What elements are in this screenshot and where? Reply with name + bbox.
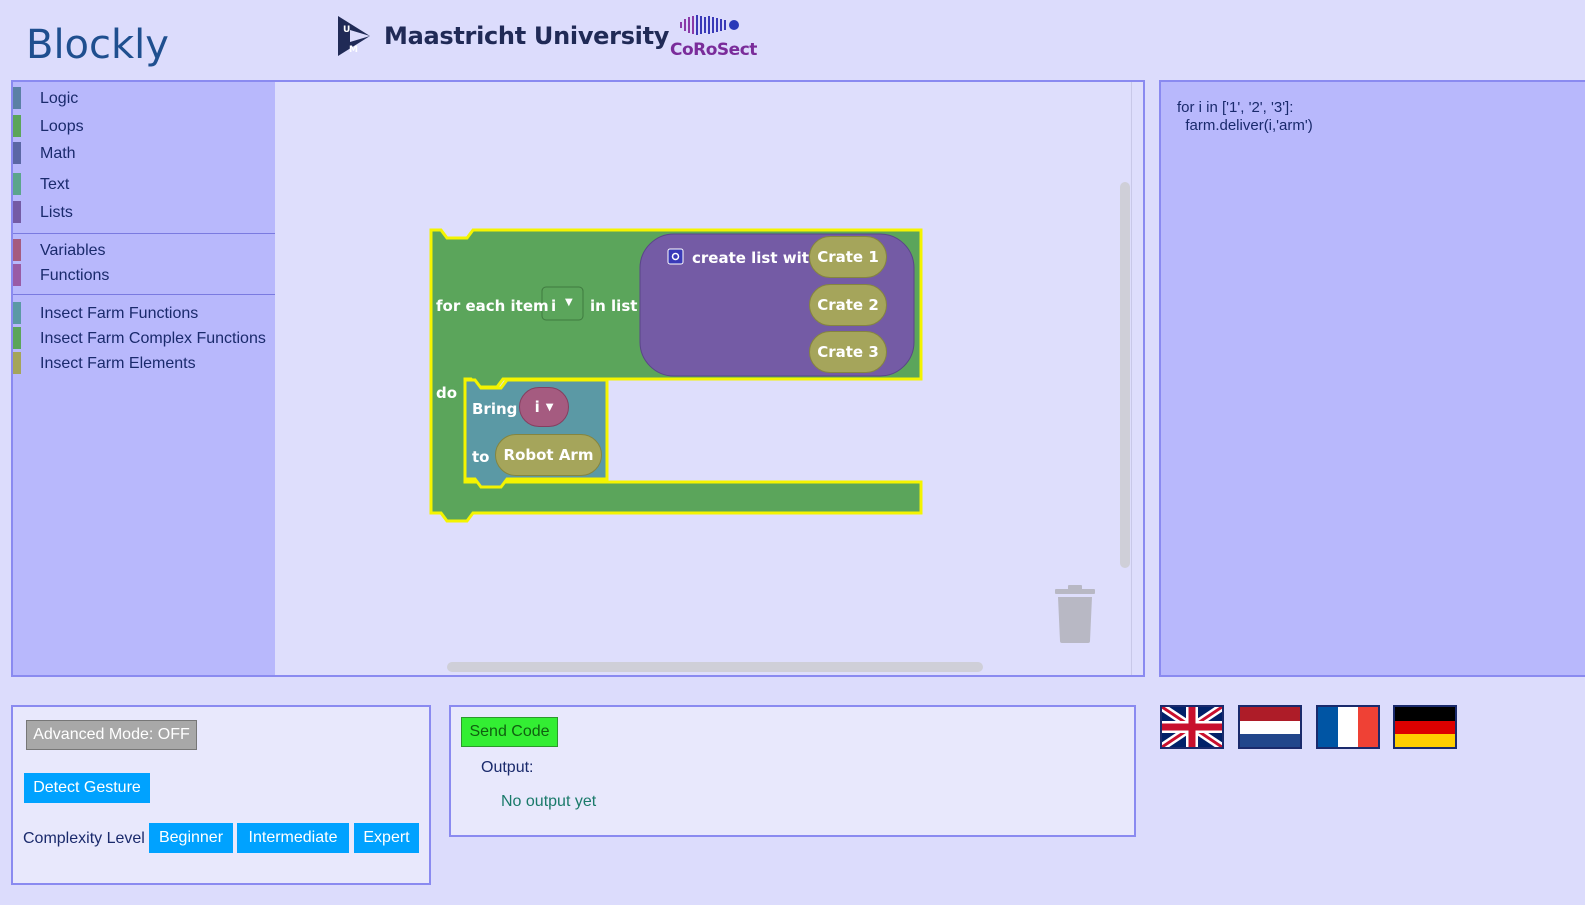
trash-icon[interactable] bbox=[1053, 585, 1097, 645]
mutator-gear-icon[interactable] bbox=[667, 248, 684, 265]
detect-gesture-button[interactable]: Detect Gesture bbox=[24, 773, 150, 803]
output-text: No output yet bbox=[501, 793, 597, 810]
target-robot-arm[interactable]: Robot Arm bbox=[495, 434, 602, 476]
vertical-scrollbar[interactable] bbox=[1120, 182, 1130, 568]
chevron-down-icon[interactable]: ▼ bbox=[565, 297, 573, 308]
create-list-label: create list with bbox=[692, 249, 820, 267]
university-name: Maastricht University bbox=[384, 22, 670, 50]
generated-code-panel: for i in ['1', '2', '3']: farm.deliver(i… bbox=[1159, 80, 1585, 677]
vertical-scroll-track bbox=[1131, 82, 1132, 675]
corosect-logo: CoRoSect bbox=[668, 12, 757, 62]
corosect-wave-icon bbox=[680, 15, 739, 35]
to-label: to bbox=[472, 448, 490, 466]
netherlands-flag-icon bbox=[1240, 707, 1300, 747]
germany-flag-icon bbox=[1395, 707, 1455, 747]
uk-flag-icon bbox=[1162, 707, 1222, 747]
list-item-crate-3[interactable]: Crate 3 bbox=[809, 331, 887, 373]
output-label: Output: bbox=[481, 759, 534, 776]
do-label: do bbox=[436, 384, 458, 402]
um-emblem-icon: U M bbox=[338, 16, 370, 56]
list-item-crate-1[interactable]: Crate 1 bbox=[809, 236, 887, 278]
for-each-label: for each item bbox=[436, 297, 549, 315]
svg-text:U: U bbox=[343, 25, 350, 35]
france-flag-icon bbox=[1318, 707, 1378, 747]
blockly-workspace[interactable]: Logic Loops Math Text Lists Variables Fu… bbox=[11, 80, 1145, 677]
in-list-label: in list bbox=[590, 297, 638, 315]
bring-var-dropdown[interactable]: i ▼ bbox=[519, 387, 569, 427]
bring-var-value: i bbox=[534, 398, 540, 416]
controls-panel: Advanced Mode: OFF Detect Gesture Comple… bbox=[11, 705, 431, 885]
complexity-intermediate-button[interactable]: Intermediate bbox=[237, 823, 349, 853]
block-shapes bbox=[429, 228, 923, 523]
output-panel: Send Code Output: No output yet bbox=[449, 705, 1136, 837]
send-code-button[interactable]: Send Code bbox=[461, 717, 558, 747]
bring-label: Bring bbox=[472, 400, 518, 418]
horizontal-scrollbar[interactable] bbox=[447, 662, 983, 672]
complexity-level-label: Complexity Level bbox=[23, 830, 145, 847]
loop-var-value[interactable]: i bbox=[551, 297, 556, 315]
svg-text:M: M bbox=[349, 45, 358, 55]
block-canvas: for each item i ▼ in list do create list… bbox=[13, 82, 1143, 675]
chevron-down-icon: ▼ bbox=[545, 401, 554, 413]
partner-name: CoRoSect bbox=[670, 40, 757, 60]
complexity-expert-button[interactable]: Expert bbox=[354, 823, 419, 853]
app-title: Blockly bbox=[26, 22, 169, 68]
maastricht-university-logo: U M Maastricht University bbox=[336, 14, 669, 58]
code-line: for i in ['1', '2', '3']: bbox=[1177, 99, 1294, 116]
complexity-beginner-button[interactable]: Beginner bbox=[149, 823, 233, 853]
advanced-mode-toggle[interactable]: Advanced Mode: OFF bbox=[26, 720, 197, 750]
language-flag-german[interactable] bbox=[1393, 705, 1457, 749]
language-flag-dutch[interactable] bbox=[1238, 705, 1302, 749]
code-line: farm.deliver(i,'arm') bbox=[1177, 117, 1313, 134]
language-flag-french[interactable] bbox=[1316, 705, 1380, 749]
list-item-crate-2[interactable]: Crate 2 bbox=[809, 284, 887, 326]
language-flag-english[interactable] bbox=[1160, 705, 1224, 749]
